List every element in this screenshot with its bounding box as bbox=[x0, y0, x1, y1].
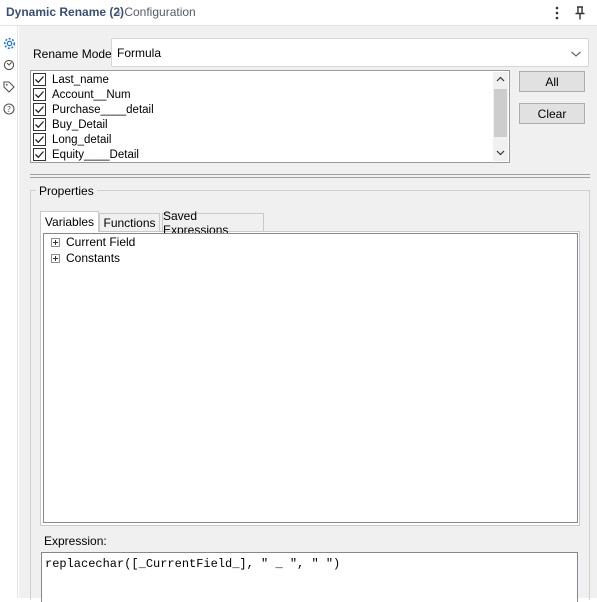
tree-node-label: Current Field bbox=[66, 235, 136, 249]
checkbox[interactable] bbox=[33, 73, 46, 86]
expression-text: replacechar([_CurrentField_], " _ ", " "… bbox=[45, 557, 341, 571]
expand-plus-icon[interactable] bbox=[51, 253, 60, 263]
help-icon[interactable]: ? bbox=[2, 102, 16, 116]
list-item[interactable]: Long_detail bbox=[33, 132, 111, 147]
svg-text:?: ? bbox=[7, 105, 11, 114]
tab-saved-expressions[interactable]: Saved Expressions bbox=[162, 209, 264, 237]
tab-functions[interactable]: Functions bbox=[99, 213, 160, 232]
checkbox[interactable] bbox=[33, 148, 46, 161]
expression-editor[interactable]: replacechar([_CurrentField_], " _ ", " "… bbox=[41, 552, 578, 602]
checkbox[interactable] bbox=[33, 103, 46, 116]
tree-node-current-field[interactable]: Current Field bbox=[51, 235, 135, 249]
field-label: Equity____Detail bbox=[52, 148, 139, 161]
field-label: Account__Num bbox=[52, 88, 131, 101]
properties-label: Properties bbox=[36, 184, 97, 198]
more-vertical-icon[interactable] bbox=[550, 4, 564, 22]
rename-mode-dropdown[interactable]: Formula bbox=[111, 38, 589, 67]
side-rail: ? bbox=[0, 26, 18, 598]
divider bbox=[30, 177, 590, 178]
field-label: Buy_Detail bbox=[52, 118, 108, 131]
rename-mode-label: Rename Mode: bbox=[33, 47, 116, 61]
expression-label: Expression: bbox=[44, 534, 107, 548]
list-item[interactable]: Equity____Detail bbox=[33, 147, 139, 162]
list-item[interactable]: Purchase____detail bbox=[33, 102, 154, 117]
scroll-down-icon[interactable] bbox=[495, 148, 506, 158]
field-label: Purchase____detail bbox=[52, 103, 154, 116]
expand-plus-icon[interactable] bbox=[51, 237, 60, 247]
checkbox[interactable] bbox=[33, 88, 46, 101]
vertical-scrollbar[interactable] bbox=[493, 72, 508, 161]
pin-icon[interactable] bbox=[572, 4, 588, 22]
tool-subtitle: - Configuration bbox=[117, 5, 196, 19]
window-header: Dynamic Rename (2) - Configuration bbox=[0, 0, 597, 26]
refresh-icon[interactable] bbox=[2, 58, 16, 72]
scroll-thumb[interactable] bbox=[494, 89, 507, 137]
field-label: Long_detail bbox=[52, 133, 112, 146]
field-label: Last_name bbox=[52, 73, 109, 86]
tag-icon[interactable] bbox=[2, 80, 16, 94]
list-item[interactable]: Last_name bbox=[33, 72, 109, 87]
rename-mode-value: Formula bbox=[117, 46, 162, 60]
list-item[interactable]: Buy_Detail bbox=[33, 117, 108, 132]
divider bbox=[30, 174, 590, 175]
checkbox[interactable] bbox=[33, 133, 46, 146]
scroll-up-icon[interactable] bbox=[495, 74, 506, 84]
clear-button[interactable]: Clear bbox=[519, 103, 585, 124]
list-item[interactable]: Account__Num bbox=[33, 87, 131, 102]
variables-tree[interactable] bbox=[43, 233, 578, 523]
tree-node-constants[interactable]: Constants bbox=[51, 251, 120, 265]
gear-icon[interactable] bbox=[2, 36, 16, 50]
tool-title: Dynamic Rename (2) bbox=[6, 5, 125, 19]
all-button[interactable]: All bbox=[519, 71, 585, 92]
tree-node-label: Constants bbox=[66, 251, 121, 265]
field-checklist[interactable]: Last_name Account__Num Purchase____detai… bbox=[30, 70, 510, 163]
chevron-down-icon bbox=[570, 47, 582, 61]
tab-variables[interactable]: Variables bbox=[40, 211, 99, 232]
checkbox[interactable] bbox=[33, 118, 46, 131]
